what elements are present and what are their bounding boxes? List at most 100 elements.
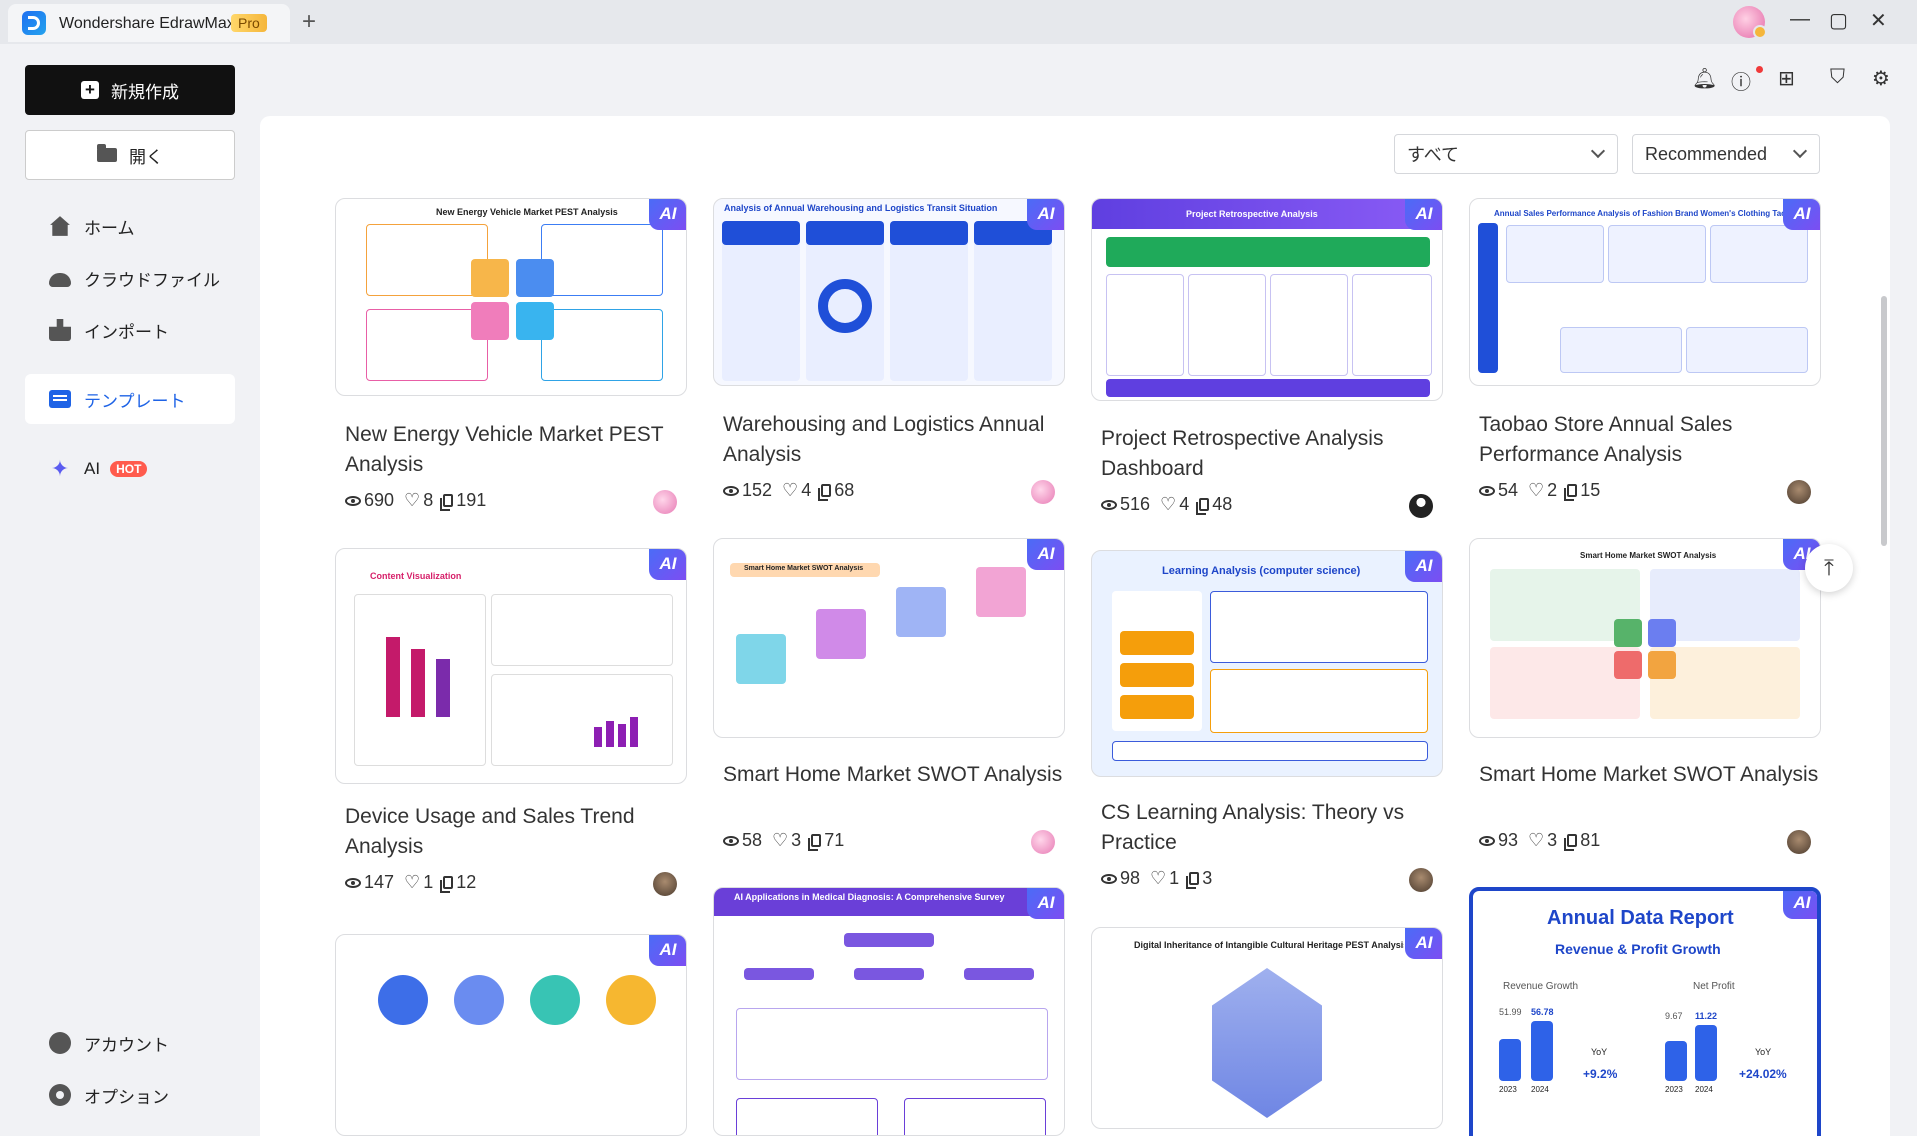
thumb-title: Analysis of Annual Warehousing and Logis… bbox=[724, 203, 998, 213]
template-title: Project Retrospective Analysis Dashboard bbox=[1101, 427, 1384, 480]
eye-icon bbox=[723, 835, 739, 846]
template-stats: 690 ♡ 8 191 bbox=[345, 490, 486, 511]
author-avatar[interactable] bbox=[1031, 480, 1055, 504]
template-title: Device Usage and Sales Trend Analysis bbox=[345, 805, 635, 858]
close-icon[interactable]: ✕ bbox=[1870, 8, 1887, 33]
thumb-block bbox=[378, 975, 428, 1025]
view-count: 690 bbox=[364, 490, 395, 510]
template-thumbnail[interactable]: Analysis of Annual Warehousing and Logis… bbox=[713, 198, 1065, 386]
thumb-block bbox=[1120, 631, 1194, 655]
template-thumbnail[interactable]: Learning Analysis (computer science) AI bbox=[1091, 550, 1443, 777]
minimize-icon[interactable]: — bbox=[1790, 8, 1810, 31]
template-stats: 516 ♡ 4 48 bbox=[1101, 494, 1232, 515]
template-thumbnail[interactable]: New Energy Vehicle Market PEST Analysis … bbox=[335, 198, 687, 396]
thumb-block bbox=[491, 594, 673, 666]
yoy-label: YoY bbox=[1755, 1047, 1772, 1057]
sidebar-item-ai[interactable]: ✦ AI HOT bbox=[25, 444, 235, 494]
thumb-bar bbox=[1665, 1041, 1687, 1081]
scrollbar-thumb[interactable] bbox=[1881, 296, 1887, 546]
sidebar-item-templates[interactable]: テンプレート bbox=[25, 374, 235, 424]
template-thumbnail[interactable]: AI bbox=[335, 934, 687, 1136]
view-count: 54 bbox=[1498, 480, 1519, 500]
new-document-button[interactable]: + 新規作成 bbox=[25, 65, 235, 115]
sidebar-item-home[interactable]: ホーム bbox=[25, 201, 235, 251]
sidebar-item-label: アカウント bbox=[84, 1035, 169, 1055]
help-icon[interactable]: ⓘ bbox=[1731, 66, 1751, 95]
bell-icon[interactable]: 🔔︎ bbox=[1692, 66, 1717, 91]
open-file-button[interactable]: 開く bbox=[25, 130, 235, 180]
thumb-bar bbox=[386, 637, 400, 717]
thumb-title: Content Visualization bbox=[370, 571, 462, 581]
template-thumbnail[interactable]: Smart Home Market SWOT Analysis AI bbox=[713, 538, 1065, 738]
new-button-label: 新規作成 bbox=[111, 82, 179, 102]
copy-icon bbox=[1186, 872, 1200, 889]
ai-badge: AI bbox=[1405, 199, 1442, 230]
ai-badge: AI bbox=[649, 549, 686, 580]
author-avatar[interactable] bbox=[1409, 868, 1433, 892]
sidebar-item-import[interactable]: インポート bbox=[25, 305, 235, 355]
edraw-logo-icon bbox=[22, 11, 46, 35]
author-avatar[interactable] bbox=[653, 872, 677, 896]
template-thumbnail[interactable]: Smart Home Market SWOT Analysis AI bbox=[1469, 538, 1821, 738]
thumb-block bbox=[1188, 274, 1266, 376]
copy-icon bbox=[808, 834, 822, 851]
hot-badge: HOT bbox=[110, 461, 148, 477]
thumb-block bbox=[1614, 619, 1642, 647]
category-select[interactable]: すべて bbox=[1394, 134, 1618, 174]
template-thumbnail[interactable]: Annual Sales Performance Analysis of Fas… bbox=[1469, 198, 1821, 386]
app-tab[interactable]: Wondershare EdrawMax Pro bbox=[8, 4, 290, 42]
sidebar-item-options[interactable]: オプション bbox=[25, 1070, 235, 1120]
thumb-block bbox=[541, 224, 663, 296]
view-count: 516 bbox=[1120, 494, 1151, 514]
thumb-block bbox=[1648, 651, 1676, 679]
author-avatar[interactable] bbox=[653, 490, 677, 514]
thumb-bar bbox=[1531, 1021, 1553, 1081]
thumb-block bbox=[530, 975, 580, 1025]
eye-icon bbox=[723, 485, 739, 496]
template-thumbnail[interactable]: Digital Inheritance of Intangible Cultur… bbox=[1091, 927, 1443, 1129]
thumb-block bbox=[736, 1098, 878, 1135]
pro-badge: Pro bbox=[231, 14, 267, 32]
user-avatar[interactable] bbox=[1733, 6, 1767, 39]
year-label: 2023 bbox=[1665, 1085, 1683, 1094]
template-title: CS Learning Analysis: Theory vs Practice bbox=[1101, 801, 1405, 854]
new-tab-plus-icon[interactable]: + bbox=[302, 8, 316, 36]
settings-gear-icon[interactable]: ⚙ bbox=[1872, 66, 1890, 91]
template-thumbnail[interactable]: AI Applications in Medical Diagnosis: A … bbox=[713, 887, 1065, 1136]
scrollbar[interactable] bbox=[1878, 116, 1890, 1136]
shirt-icon[interactable]: ⛉ bbox=[1830, 66, 1845, 89]
ai-badge: AI bbox=[649, 935, 686, 966]
yoy-label: YoY bbox=[1591, 1047, 1608, 1057]
thumb-block bbox=[974, 221, 1052, 381]
year-label: 2024 bbox=[1695, 1085, 1713, 1094]
thumb-block bbox=[471, 259, 509, 297]
kpi-label: Revenue Growth bbox=[1503, 981, 1579, 992]
thumb-block bbox=[976, 567, 1026, 617]
thumb-title: Learning Analysis (computer science) bbox=[1162, 565, 1361, 577]
ai-badge: AI bbox=[1027, 888, 1064, 919]
thumb-block bbox=[818, 279, 872, 333]
author-avatar[interactable] bbox=[1787, 830, 1811, 854]
thumb-block bbox=[1120, 663, 1194, 687]
template-thumbnail[interactable]: Content Visualization AI bbox=[335, 548, 687, 784]
copy-count: 3 bbox=[1202, 868, 1213, 888]
sidebar-item-cloud-files[interactable]: クラウドファイル bbox=[25, 253, 235, 303]
thumb-block bbox=[541, 309, 663, 381]
template-stats: 58 ♡ 3 71 bbox=[723, 830, 844, 851]
author-avatar[interactable] bbox=[1787, 480, 1811, 504]
apps-grid-icon[interactable]: ⊞ bbox=[1778, 66, 1795, 91]
ai-badge: AI bbox=[1783, 199, 1820, 230]
app-name: Wondershare EdrawMax bbox=[59, 15, 235, 32]
template-thumbnail[interactable]: Annual Data Report Revenue & Profit Grow… bbox=[1469, 887, 1821, 1136]
sidebar-item-account[interactable]: アカウント bbox=[25, 1018, 235, 1068]
thumb-block bbox=[1106, 237, 1430, 267]
template-thumbnail[interactable]: Project Retrospective Analysis AI bbox=[1091, 198, 1443, 401]
heart-icon: ♡ bbox=[772, 830, 789, 850]
author-avatar[interactable] bbox=[1031, 830, 1055, 854]
back-to-top-button[interactable]: ⤒ bbox=[1805, 544, 1853, 592]
template-icon bbox=[49, 390, 71, 408]
maximize-icon[interactable]: ▢ bbox=[1829, 8, 1848, 33]
author-avatar[interactable] bbox=[1409, 494, 1433, 518]
sort-select[interactable]: Recommended bbox=[1632, 134, 1820, 174]
thumb-bar bbox=[436, 659, 450, 717]
